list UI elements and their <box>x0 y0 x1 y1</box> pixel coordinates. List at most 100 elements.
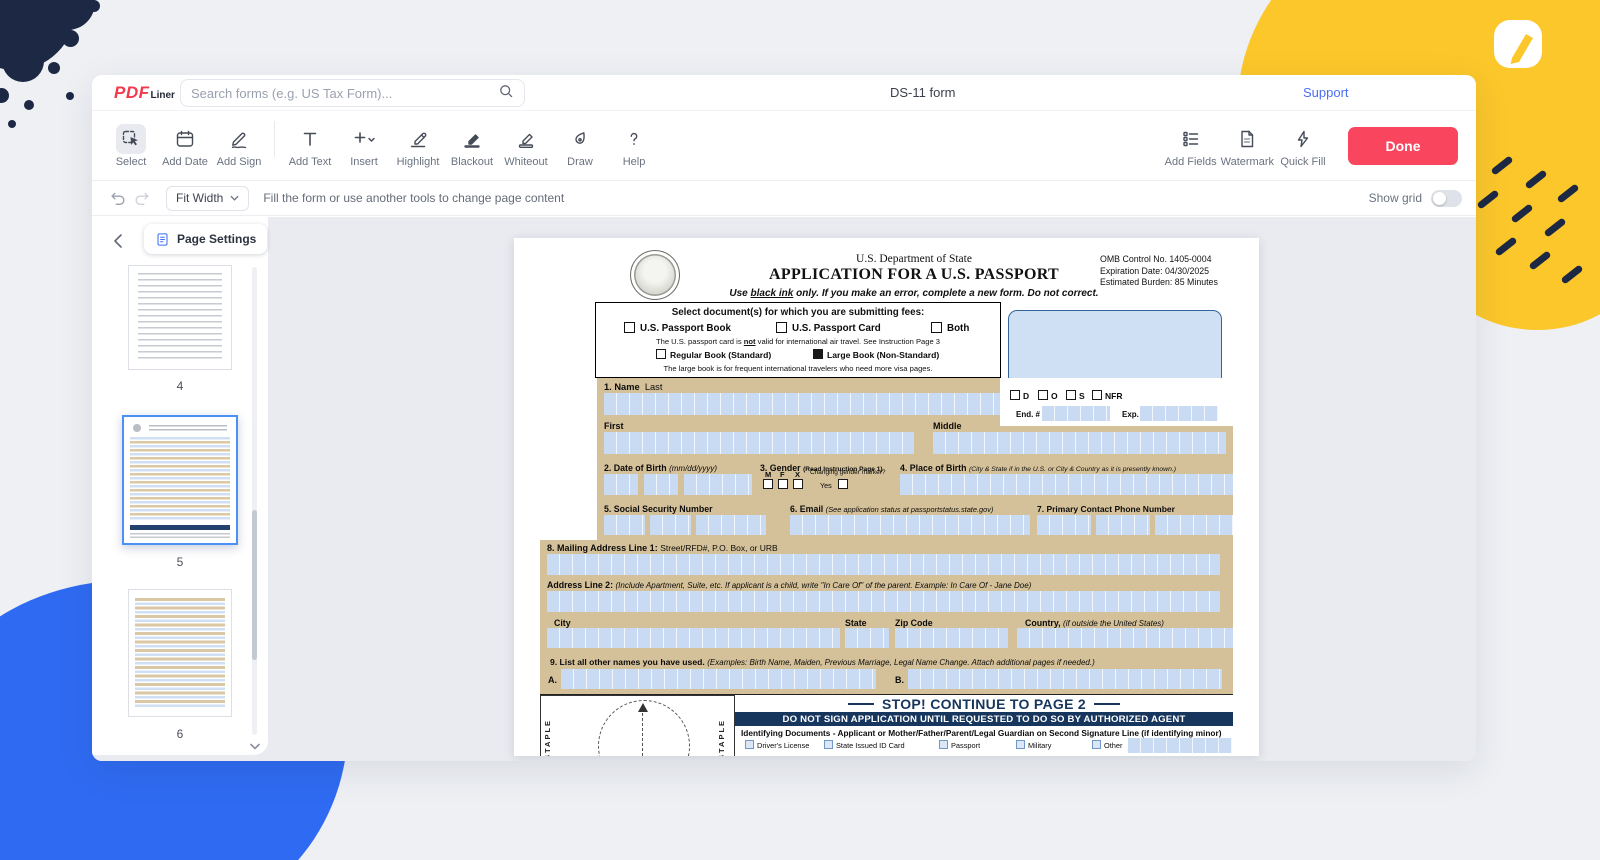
address1-field[interactable] <box>547 554 1220 575</box>
gender-change-yes-checkbox[interactable] <box>838 479 848 489</box>
document-title: DS-11 form <box>890 85 956 100</box>
flag-d-checkbox[interactable] <box>1010 390 1020 400</box>
chevron-down-icon <box>230 195 239 201</box>
email-field[interactable] <box>790 515 1030 535</box>
phone-1-field[interactable] <box>1037 515 1091 535</box>
dob-day-field[interactable] <box>644 474 678 495</box>
page-number-6: 6 <box>128 727 232 741</box>
stop-banner: STOP! CONTINUE TO PAGE 2 <box>735 695 1233 712</box>
country-field[interactable] <box>1017 628 1233 648</box>
ssn-2-field[interactable] <box>650 515 691 535</box>
search-box[interactable] <box>180 79 525 107</box>
sidebar-scrollbar-thumb[interactable] <box>252 510 257 660</box>
id-state-id-checkbox[interactable] <box>824 740 833 749</box>
other-name-a-field[interactable] <box>561 669 876 689</box>
phone-3-field[interactable] <box>1155 515 1233 535</box>
tool-quick-fill[interactable]: Quick Fill <box>1276 124 1330 168</box>
tool-add-date[interactable]: Add Date <box>158 124 212 168</box>
support-link[interactable]: Support <box>1303 85 1349 100</box>
redo-icon[interactable] <box>130 186 154 210</box>
both-checkbox[interactable] <box>931 322 942 333</box>
scroll-down-icon[interactable] <box>248 739 262 753</box>
fee-selection-box: Select document(s) for which you are sub… <box>595 302 1001 378</box>
page-thumbnail-6[interactable] <box>128 589 232 717</box>
dob-month-field[interactable] <box>604 474 638 495</box>
tool-help[interactable]: Help <box>607 124 661 168</box>
tool-add-fields[interactable]: Add Fields <box>1163 124 1219 168</box>
calendar-icon <box>170 124 200 154</box>
gender-x-checkbox[interactable] <box>793 479 803 489</box>
state-field[interactable] <box>845 628 889 648</box>
toolbar-divider <box>274 121 275 157</box>
dob-label: 2. Date of Birth (mm/dd/yyyy) <box>604 463 717 473</box>
passport-book-checkbox[interactable] <box>624 322 635 333</box>
dob-year-field[interactable] <box>684 474 752 495</box>
email-label: 6. Email (See application status at pass… <box>790 504 993 514</box>
name-first-field[interactable] <box>604 432 914 454</box>
tool-watermark[interactable]: Watermark <box>1219 124 1276 168</box>
form-dept-line: U.S. Department of State <box>714 253 1114 265</box>
regular-book-checkbox[interactable] <box>656 349 666 359</box>
zoom-select[interactable]: Fit Width <box>166 186 249 211</box>
page-settings-button[interactable]: Page Settings <box>144 224 267 254</box>
tool-insert[interactable]: Insert <box>337 124 391 168</box>
address2-field[interactable] <box>547 591 1220 612</box>
ssn-3-field[interactable] <box>696 515 766 535</box>
end-number-field[interactable] <box>1042 406 1110 421</box>
lightning-icon <box>1288 124 1318 154</box>
large-book-note: The large book is for frequent internati… <box>596 364 1000 373</box>
collapse-sidebar-icon[interactable] <box>106 229 130 253</box>
watermark-document-icon <box>1232 124 1262 154</box>
search-icon[interactable] <box>498 83 514 104</box>
flag-o-checkbox[interactable] <box>1038 390 1048 400</box>
name-label: 1. Name Last <box>604 382 662 392</box>
name-last-field[interactable] <box>604 393 1000 415</box>
done-button[interactable]: Done <box>1348 127 1458 165</box>
ssn-1-field[interactable] <box>604 515 645 535</box>
flag-s-checkbox[interactable] <box>1066 390 1076 400</box>
id-other-field[interactable] <box>1128 738 1232 753</box>
tool-blackout[interactable]: Blackout <box>445 124 499 168</box>
zip-field[interactable] <box>895 628 1008 648</box>
app-window: PDF Liner DS-11 form Support Select <box>92 75 1476 761</box>
sidebar-scrollbar-track[interactable] <box>252 267 257 735</box>
id-other-checkbox[interactable] <box>1092 740 1101 749</box>
id-military-checkbox[interactable] <box>1016 740 1025 749</box>
name-middle-field[interactable] <box>933 432 1226 454</box>
pen-nib-icon <box>565 124 595 154</box>
page-thumbnail-5-selected[interactable] <box>122 415 238 545</box>
gender-m-checkbox[interactable] <box>763 479 773 489</box>
search-input[interactable] <box>191 86 498 101</box>
agency-use-field[interactable] <box>1008 310 1222 386</box>
id-drivers-license-checkbox[interactable] <box>745 740 754 749</box>
tool-add-sign[interactable]: Add Sign <box>212 124 266 168</box>
passport-card-checkbox[interactable] <box>776 322 787 333</box>
select-cursor-icon <box>116 124 146 154</box>
sub-toolbar: Fit Width Fill the form or use another t… <box>92 181 1476 216</box>
pdfliner-logo[interactable]: PDF Liner <box>114 83 175 103</box>
other-name-b-field[interactable] <box>908 669 1222 689</box>
tool-highlight[interactable]: Highlight <box>391 124 445 168</box>
toggle-knob <box>1433 192 1446 205</box>
thumb-seal <box>133 424 141 432</box>
tool-draw[interactable]: Draw <box>553 124 607 168</box>
page-thumbnail-4[interactable] <box>128 265 232 370</box>
form-title: APPLICATION FOR A U.S. PASSPORT <box>664 266 1164 284</box>
city-field[interactable] <box>547 628 840 648</box>
tool-whiteout[interactable]: Whiteout <box>499 124 553 168</box>
large-book-checkbox[interactable] <box>813 349 823 359</box>
exp-field[interactable] <box>1140 406 1218 421</box>
page-number-4: 4 <box>128 379 232 393</box>
toolbar-hint: Fill the form or use another tools to ch… <box>263 191 564 205</box>
phone-2-field[interactable] <box>1096 515 1150 535</box>
gender-f-checkbox[interactable] <box>778 479 788 489</box>
thumbnail-content <box>130 437 230 521</box>
id-passport-checkbox[interactable] <box>939 740 948 749</box>
tool-select[interactable]: Select <box>104 124 158 168</box>
show-grid-toggle[interactable] <box>1431 190 1462 207</box>
pob-field[interactable] <box>900 474 1233 495</box>
tool-add-text[interactable]: Add Text <box>283 124 337 168</box>
flag-nfr-checkbox[interactable] <box>1092 390 1102 400</box>
pob-label: 4. Place of Birth (City & State if in th… <box>900 463 1176 473</box>
undo-icon[interactable] <box>106 186 130 210</box>
